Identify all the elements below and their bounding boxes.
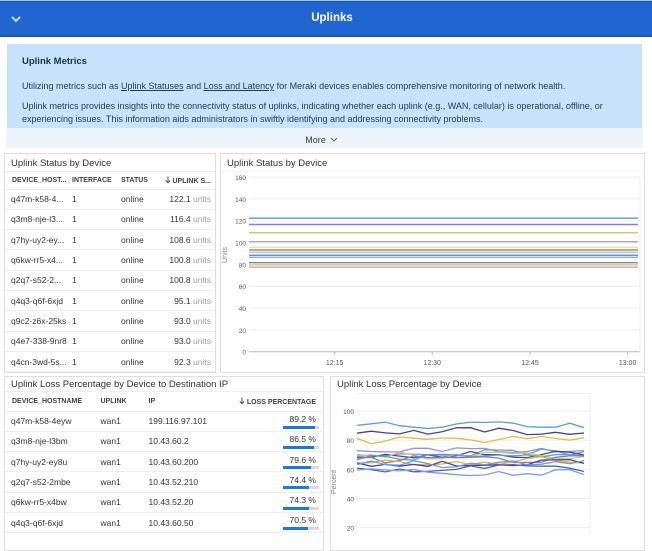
svg-text:140: 140 <box>235 197 246 204</box>
svg-text:20: 20 <box>239 328 247 335</box>
svg-text:12:30: 12:30 <box>423 360 441 367</box>
svg-text:20: 20 <box>347 526 355 533</box>
svg-text:Percent: Percent <box>331 470 338 494</box>
svg-text:120: 120 <box>235 219 246 226</box>
svg-text:13:00: 13:00 <box>619 360 637 367</box>
svg-text:40: 40 <box>239 306 247 313</box>
svg-text:160: 160 <box>235 175 246 182</box>
svg-text:12:45: 12:45 <box>521 360 539 367</box>
svg-text:80: 80 <box>347 438 355 445</box>
svg-text:80: 80 <box>239 262 247 269</box>
svg-text:12:15: 12:15 <box>326 360 344 367</box>
svg-text:Units: Units <box>222 247 229 263</box>
svg-text:0: 0 <box>242 350 246 357</box>
svg-text:100: 100 <box>343 409 354 416</box>
svg-text:100: 100 <box>235 241 246 248</box>
svg-text:60: 60 <box>239 284 247 291</box>
svg-text:40: 40 <box>347 497 355 504</box>
svg-text:60: 60 <box>347 467 355 474</box>
